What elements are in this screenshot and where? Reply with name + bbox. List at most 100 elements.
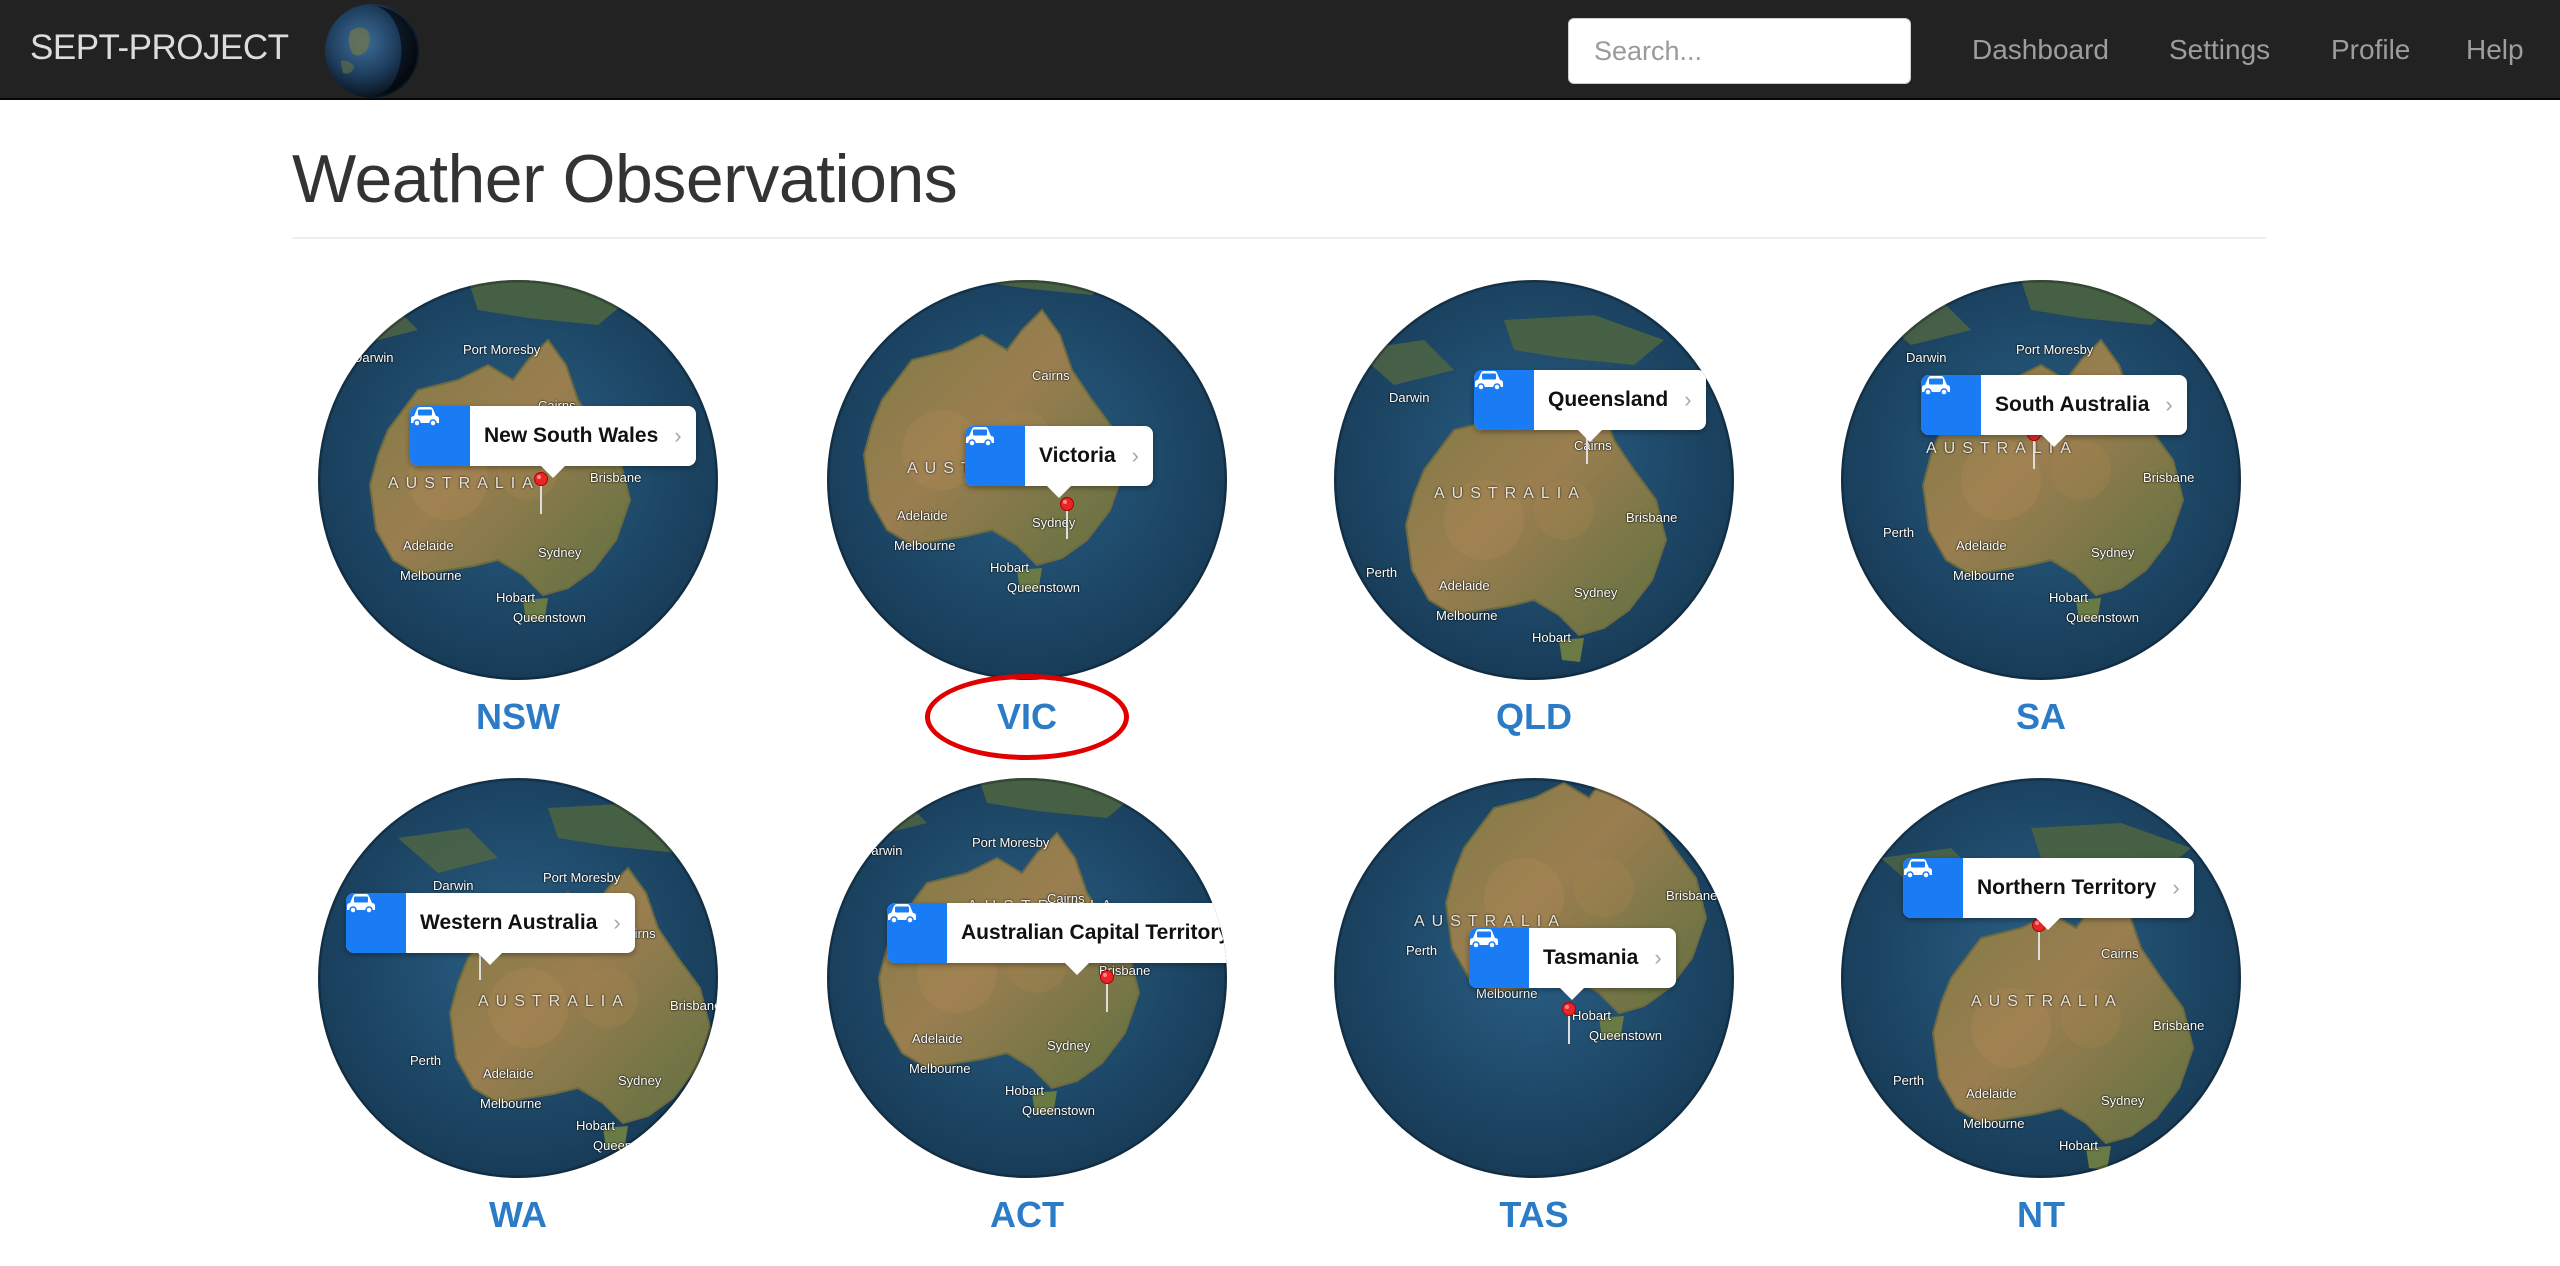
map-city-label: Adelaide bbox=[1439, 578, 1490, 593]
state-link-nsw[interactable]: NSW bbox=[318, 696, 718, 738]
callout-label: South Australia bbox=[1995, 393, 2150, 416]
callout-label: Northern Territory bbox=[1977, 876, 2157, 899]
car-icon[interactable] bbox=[410, 406, 470, 466]
brand-name[interactable]: SEPT-PROJECT bbox=[30, 28, 289, 68]
state-link-qld[interactable]: QLD bbox=[1334, 696, 1734, 738]
callout-label: Queensland bbox=[1548, 388, 1669, 411]
map-city-label: Sydney bbox=[2101, 1093, 2145, 1108]
car-icon[interactable] bbox=[1921, 375, 1981, 435]
nav-profile-link[interactable]: Profile bbox=[2331, 34, 2410, 66]
map-city-label: Darwin bbox=[1389, 390, 1430, 405]
map-callout[interactable]: Victoria › bbox=[965, 426, 1153, 498]
state-map-thumbnail[interactable]: AUSTRALIABrisbanePerthAdelaideSydneyMelb… bbox=[1334, 778, 1734, 1178]
car-icon[interactable] bbox=[887, 903, 947, 963]
map-city-label: Brisbane bbox=[1666, 888, 1718, 903]
state-link-nt[interactable]: NT bbox=[1841, 1194, 2241, 1236]
state-map-thumbnail[interactable]: AUSTRALIADarwinPort MoresbyCairnsBrisban… bbox=[827, 778, 1227, 1178]
map-callout[interactable]: Tasmania › bbox=[1469, 928, 1676, 1000]
car-icon[interactable] bbox=[1474, 370, 1534, 430]
earth-globe-icon[interactable] bbox=[323, 2, 421, 100]
map-city-label: Melbourne bbox=[1963, 1116, 2025, 1131]
map-country-label: AUSTRALIA bbox=[1971, 993, 2123, 1010]
map-city-label: Adelaide bbox=[912, 1031, 963, 1046]
map-callout[interactable]: New South Wales › bbox=[410, 406, 696, 478]
map-callout[interactable]: Western Australia › bbox=[346, 893, 635, 965]
nav-help-link[interactable]: Help bbox=[2466, 34, 2524, 66]
map-callout[interactable]: South Australia › bbox=[1921, 375, 2187, 447]
map-city-label: Perth bbox=[1406, 943, 1438, 958]
chevron-right-icon[interactable]: › bbox=[1684, 387, 1705, 413]
state-map-thumbnail[interactable]: AUSTRALIADarwinPort MoresbyCairnsBrisban… bbox=[1841, 280, 2241, 680]
map-pin-icon bbox=[1562, 1002, 1576, 1044]
chevron-right-icon[interactable]: › bbox=[2165, 392, 2186, 418]
search-input[interactable] bbox=[1568, 18, 1911, 84]
map-city-label: Cairns bbox=[1032, 368, 1070, 383]
state-card-act[interactable]: AUSTRALIADarwinPort MoresbyCairnsBrisban… bbox=[827, 778, 1227, 1248]
nav-settings-link[interactable]: Settings bbox=[2169, 34, 2270, 66]
callout-label: Tasmania bbox=[1543, 946, 1639, 969]
map-callout[interactable]: Northern Territory › bbox=[1903, 858, 2194, 930]
map-city-label: Port Moresby bbox=[2016, 342, 2094, 357]
state-map-thumbnail[interactable]: AUSTRALIADarwinPort MoresbyCairnsBrisban… bbox=[318, 280, 718, 680]
map-city-label: Cairns bbox=[2101, 946, 2139, 961]
car-icon[interactable] bbox=[1903, 858, 1963, 918]
map-city-label: Hobart bbox=[2059, 1138, 2099, 1153]
state-map-thumbnail[interactable]: AUSTRALIACairnsBrisbaneAdelaideSydneyMel… bbox=[827, 280, 1227, 680]
map-pin-icon bbox=[534, 472, 548, 514]
map-city-label: Darwin bbox=[353, 350, 394, 365]
state-card-wa[interactable]: AUSTRALIA Darwin Port Moresby Cairns Brisban… bbox=[318, 778, 718, 1248]
map-city-label: Darwin bbox=[1906, 350, 1947, 365]
map-country-label: AUSTRALIA bbox=[388, 475, 540, 492]
nav-dashboard-link[interactable]: Dashboard bbox=[1972, 34, 2109, 66]
map-city-label: Perth bbox=[1366, 565, 1398, 580]
map-city-label: Perth bbox=[1883, 525, 1915, 540]
car-icon[interactable] bbox=[346, 893, 406, 953]
map-city-label: Melbourne bbox=[400, 568, 462, 583]
state-map-thumbnail[interactable]: AUSTRALIADarwinPort MoresbyCairnsBrisban… bbox=[1841, 778, 2241, 1178]
map-city-label: Brisbane bbox=[2153, 1018, 2205, 1033]
chevron-right-icon[interactable]: › bbox=[613, 910, 634, 936]
state-card-tas[interactable]: AUSTRALIABrisbanePerthAdelaideSydneyMelb… bbox=[1334, 778, 1734, 1248]
chevron-right-icon[interactable]: › bbox=[674, 423, 695, 449]
map-pin-icon bbox=[1100, 970, 1114, 1012]
callout-label: New South Wales bbox=[484, 424, 659, 447]
state-card-nt[interactable]: AUSTRALIADarwinPort MoresbyCairnsBrisban… bbox=[1841, 778, 2241, 1248]
title-divider bbox=[292, 237, 2266, 239]
vic-highlight-circle bbox=[925, 674, 1129, 760]
state-card-sa[interactable]: AUSTRALIADarwinPort MoresbyCairnsBrisban… bbox=[1841, 280, 2241, 750]
car-icon[interactable] bbox=[1469, 928, 1529, 988]
state-map-thumbnail[interactable]: AUSTRALIADarwinPort MoresbyCairnsBrisban… bbox=[318, 778, 718, 1178]
callout-label: Western Australia bbox=[420, 911, 598, 934]
map-city-label: Adelaide bbox=[897, 508, 948, 523]
chevron-right-icon[interactable]: › bbox=[1132, 443, 1153, 469]
state-card-nsw[interactable]: AUSTRALIADarwinPort MoresbyCairnsBrisban… bbox=[318, 280, 718, 750]
map-callout[interactable]: Australian Capital Territory › bbox=[887, 903, 1227, 975]
chevron-right-icon[interactable]: › bbox=[2172, 875, 2193, 901]
chevron-right-icon[interactable]: › bbox=[1654, 945, 1675, 971]
state-link-wa[interactable]: WA bbox=[318, 1194, 718, 1236]
map-city-label: Port Moresby bbox=[543, 870, 621, 885]
map-city-label: Adelaide bbox=[1966, 1086, 2017, 1101]
map-city-label: Melbourne bbox=[894, 538, 956, 553]
map-city-label: Hobart bbox=[2049, 590, 2089, 605]
state-link-sa[interactable]: SA bbox=[1841, 696, 2241, 738]
map-city-label: Melbourne bbox=[1476, 986, 1538, 1001]
car-icon[interactable] bbox=[965, 426, 1025, 486]
map-city-label: Hobart bbox=[576, 1118, 616, 1133]
map-city-label: Hobart bbox=[990, 560, 1030, 575]
map-city-label: Perth bbox=[410, 1053, 442, 1068]
map-city-label: Melbourne bbox=[480, 1096, 542, 1111]
map-callout[interactable]: Queensland › bbox=[1474, 370, 1706, 442]
state-map-thumbnail[interactable]: AUSTRALIADarwinPort MoresbyCairnsBrisban… bbox=[1334, 280, 1734, 680]
map-city-label: Brisbane bbox=[590, 470, 642, 485]
map-city-label: Darwin bbox=[862, 843, 903, 858]
map-city-label: Darwin bbox=[433, 878, 474, 893]
map-city-label: Sydney bbox=[618, 1073, 662, 1088]
map-city-label: Brisbane bbox=[1626, 510, 1678, 525]
state-card-qld[interactable]: AUSTRALIADarwinPort MoresbyCairnsBrisban… bbox=[1334, 280, 1734, 750]
state-link-act[interactable]: ACT bbox=[827, 1194, 1227, 1236]
map-city-label: Hobart bbox=[1572, 1008, 1612, 1023]
state-link-tas[interactable]: TAS bbox=[1334, 1194, 1734, 1236]
map-city-label: Sydney bbox=[538, 545, 582, 560]
map-city-label: Queenstown bbox=[1022, 1103, 1095, 1118]
